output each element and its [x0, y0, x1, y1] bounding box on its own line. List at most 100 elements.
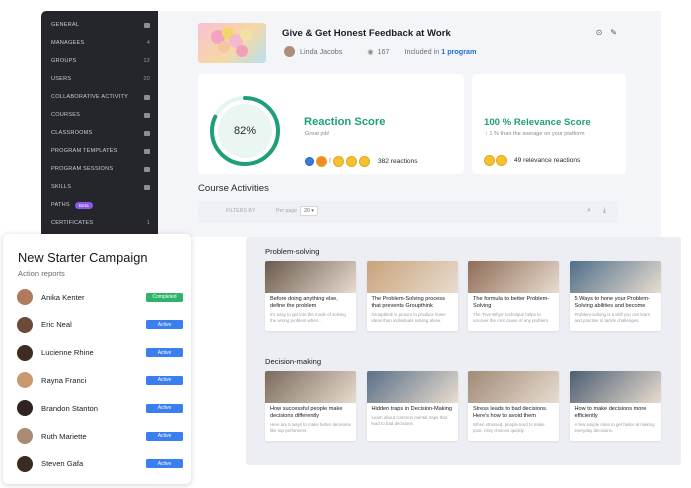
- tile-description: It's easy to get into the mode of solvin…: [270, 312, 346, 323]
- tile-description: A few simple rules to get faster at maki…: [574, 422, 655, 433]
- relevance-title: 100 % Relevance Score: [484, 117, 591, 128]
- sidebar-item-general[interactable]: GENERAL: [41, 16, 158, 34]
- library-tile[interactable]: How successful people make decisions dif…: [265, 371, 356, 441]
- program-link[interactable]: 1 program: [441, 47, 476, 56]
- tile-description: Problem-solving is a skill you can learn…: [574, 312, 651, 323]
- library-tile[interactable]: 5 Ways to hone your Problem-Solving abil…: [569, 261, 661, 331]
- campaign-title: New Starter Campaign: [18, 250, 148, 265]
- sidebar-item-count: 1: [146, 220, 150, 226]
- beta-badge: Beta: [74, 201, 93, 209]
- eye-icon: ◉: [367, 48, 374, 56]
- dashboard-collage: GENERAL MANAGEES 4 GROUPS 12 USERS 20 COLLABORA…: [0, 0, 691, 488]
- library-tile[interactable]: How to make decisions more efficiently A …: [569, 371, 661, 441]
- sidebar-item-classrooms[interactable]: CLASSROOMS: [41, 124, 158, 142]
- campaign-user-row[interactable]: Brandon Stanton Active: [17, 399, 183, 417]
- sidebar-item-label: COLLABORATIVE ACTIVITY: [51, 94, 128, 100]
- tile-description: Learn about common mental traps that lea…: [371, 415, 447, 426]
- campaign-user-row[interactable]: Rayna Franci Active: [17, 371, 183, 389]
- sidebar-item-label: MANAGEES: [51, 40, 84, 46]
- tile-title: Hidden traps in Decision-Making: [371, 406, 453, 412]
- tile-image: [468, 371, 559, 403]
- sidebar-item-program-sessions[interactable]: PROGRAM SESSIONS: [41, 160, 158, 178]
- status-badge: Active: [146, 459, 183, 469]
- relevance-count: 49 relevance reactions: [514, 157, 581, 164]
- sidebar-item-paths[interactable]: PATHS Beta: [41, 196, 158, 214]
- library-section-title: Problem-solving: [265, 247, 320, 256]
- tile-title: 5 Ways to hone your Problem-Solving abil…: [574, 296, 650, 309]
- campaign-card: New Starter Campaign Action reports Anik…: [3, 234, 191, 484]
- sidebar-item-meta: [144, 130, 150, 136]
- tile-description: Groupthink is proven to produce fewer id…: [371, 312, 446, 323]
- sidebar-item-text: COLLABORATIVE ACTIVITY: [51, 94, 129, 100]
- sidebar-item-label: PATHS Beta: [51, 201, 93, 209]
- search-icon[interactable]: ⌕: [587, 207, 591, 215]
- sidebar-item-meta: 4: [147, 40, 150, 46]
- sidebar-item-text: USERS: [51, 76, 72, 82]
- sidebar-item-courses[interactable]: COURSES: [41, 106, 158, 124]
- sidebar-item-label: SKILLS: [51, 184, 71, 190]
- reaction-score-title: Reaction Score: [304, 116, 386, 128]
- smile-face-icon: [345, 156, 357, 167]
- per-page-select[interactable]: 20 ▾: [300, 206, 318, 216]
- sidebar-item-label: PROGRAM SESSIONS: [51, 166, 113, 172]
- sidebar-item-users[interactable]: USERS 20: [41, 70, 158, 88]
- courses-icon: [144, 112, 150, 118]
- library-tile[interactable]: Stress leads to bad decisions. Here's ho…: [468, 371, 559, 441]
- tile-image: [569, 371, 661, 403]
- sidebar-item-program-templates[interactable]: PROGRAM TEMPLATES: [41, 142, 158, 160]
- happy-face-icon: [358, 156, 370, 167]
- status-badge: Completed: [146, 292, 183, 302]
- download-icon[interactable]: ⤓: [603, 207, 606, 215]
- tile-title: How successful people make decisions dif…: [270, 406, 343, 419]
- author-name[interactable]: Linda Jacobs: [300, 47, 342, 56]
- sidebar-item-certificates[interactable]: CERTIFICATES 1: [41, 214, 158, 232]
- per-page-value: 20: [304, 208, 310, 214]
- campaign-user-row[interactable]: Steven Gafa Active: [17, 455, 183, 473]
- campaign-user-row[interactable]: Lucienne Rhine Active: [17, 344, 183, 362]
- activities-filter-bar: Filters by Per page 20 ▾ ⌕ ⤓: [198, 201, 618, 223]
- sidebar-item-skills[interactable]: SKILLS: [41, 178, 158, 196]
- neutral-face-icon: [332, 156, 344, 167]
- sidebar-item-meta: [144, 148, 150, 154]
- edit-icon[interactable]: ✎: [610, 28, 617, 37]
- filter-label[interactable]: Filters by: [226, 208, 255, 214]
- user-name: Rayna Franci: [41, 375, 87, 385]
- tile-title: Before doing anything else, define the p…: [270, 296, 338, 309]
- sidebar-item-meta: 20: [143, 76, 150, 82]
- sidebar-item-text: PROGRAM TEMPLATES: [51, 148, 118, 154]
- tile-image: [366, 371, 458, 403]
- campaign-user-row[interactable]: Eric Neal Active: [17, 316, 183, 334]
- avatar: [17, 455, 33, 472]
- library-tile[interactable]: Hidden traps in Decision-Making Learn abo…: [366, 371, 458, 441]
- content-library-panel: Problem-solving Before doing anything els…: [246, 237, 681, 465]
- per-page: Per page 20 ▾: [276, 206, 318, 216]
- course-dashboard: Give & Get Honest Feedback at Work ⊙ ✎ L…: [158, 11, 661, 237]
- author-avatar: [284, 46, 295, 57]
- tile-description: The 'Five Whys' technique helps to uncov…: [473, 312, 550, 323]
- sidebar-item-meta: [144, 184, 150, 190]
- avatar: [17, 428, 33, 444]
- sidebar-item-text: PATHS: [51, 202, 70, 208]
- library-tile[interactable]: Before doing anything else, define the p…: [265, 261, 356, 331]
- sidebar-item-count: 4: [146, 40, 150, 46]
- settings-icon[interactable]: ⊙: [596, 28, 603, 37]
- user-name: Brandon Stanton: [41, 403, 98, 413]
- sidebar-item-groups[interactable]: GROUPS 12: [41, 52, 158, 70]
- neutral-face-icon: [496, 155, 507, 166]
- angry-face-icon: [316, 156, 327, 167]
- status-badge: Active: [146, 375, 183, 385]
- balloons-image: [211, 27, 252, 57]
- sidebar-item-collaborative-activity[interactable]: COLLABORATIVE ACTIVITY: [41, 88, 158, 106]
- reaction-percent: 82%: [233, 125, 257, 137]
- course-title: Give & Get Honest Feedback at Work: [282, 28, 451, 39]
- tile-title: The formula to better Problem-Solving: [473, 296, 550, 309]
- tile-description: Here are 5 ways to make better decisions…: [270, 422, 351, 433]
- sidebar-item-managees[interactable]: MANAGEES 4: [41, 34, 158, 52]
- sidebar-item-text: CLASSROOMS: [51, 130, 93, 136]
- library-tile[interactable]: The formula to better Problem-Solving The…: [468, 261, 559, 331]
- campaign-user-row[interactable]: Ruth Mariette Active: [17, 427, 183, 445]
- campaign-user-row[interactable]: Anika Kenter Completed: [17, 288, 183, 306]
- library-tile[interactable]: The Problem-Solving process that prevent…: [366, 261, 458, 331]
- avatar: [17, 316, 33, 333]
- user-name: Ruth Mariette: [41, 431, 87, 441]
